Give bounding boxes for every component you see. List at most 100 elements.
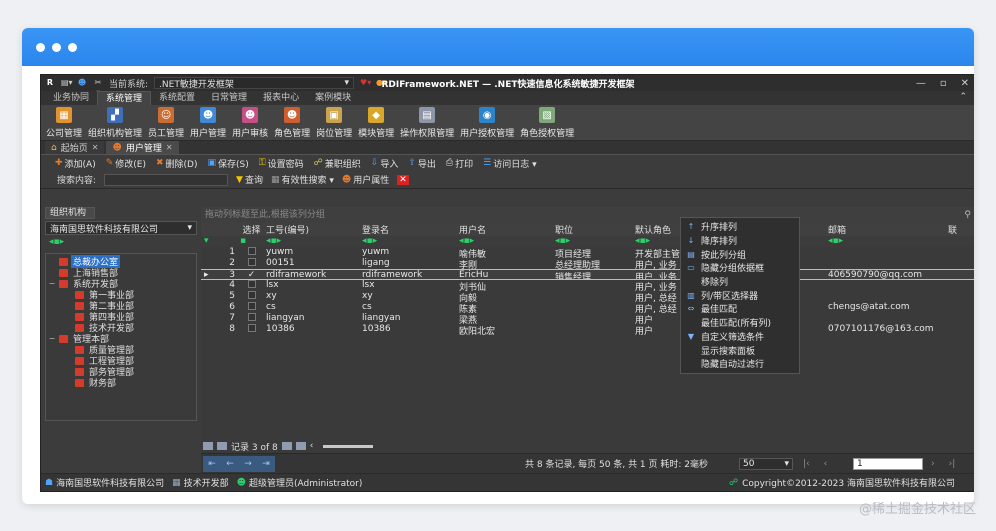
tab-user-management[interactable]: ☻ 用户管理 ✕ bbox=[106, 141, 179, 154]
ribbon-button[interactable]: ◆ 模块管理 bbox=[355, 107, 397, 139]
row-checkbox[interactable] bbox=[237, 291, 263, 302]
tab-system-config[interactable]: 系统配置 bbox=[151, 91, 203, 105]
column-header-position[interactable]: 职位 bbox=[552, 223, 632, 236]
filter-cell[interactable] bbox=[945, 236, 974, 247]
minimize-icon[interactable]: — bbox=[916, 78, 926, 89]
prev-record-icon[interactable] bbox=[217, 442, 227, 450]
table-row[interactable]: 2 00151 ligang 李刚 总经理助理 用户, 业务 bbox=[201, 258, 974, 269]
next-record-icon[interactable] bbox=[281, 442, 292, 450]
filter-cell[interactable]: ◂▪▸ bbox=[552, 236, 632, 247]
tools-icon[interactable]: ✂▾ bbox=[93, 78, 103, 97]
maximize-icon[interactable]: ▫ bbox=[940, 78, 947, 89]
filter-cell[interactable]: ◂▪▸ bbox=[263, 236, 359, 247]
ribbon-button[interactable]: ▣ 岗位管理 bbox=[313, 107, 355, 139]
context-menu-item[interactable]: 显示搜索面板 bbox=[681, 343, 799, 357]
first-record-icon[interactable] bbox=[203, 442, 213, 450]
table-row[interactable]: ▸ 3 ✓ rdiframework rdiframework EricHu 销售经理 用户,… bbox=[201, 269, 974, 280]
search-input[interactable] bbox=[104, 173, 229, 186]
company-select[interactable]: 海南国思软件科技有限公司 ▾ bbox=[45, 221, 197, 235]
clear-search-icon[interactable]: ✕ bbox=[397, 174, 409, 185]
system-select[interactable]: .NET敏捷开发框架 ▾ bbox=[154, 77, 355, 90]
row-checkbox[interactable] bbox=[237, 258, 263, 269]
table-row[interactable]: 8 10386 10386 欧阳北宏 用户 0707101176@163.com bbox=[201, 324, 974, 335]
checkbox-box[interactable] bbox=[247, 247, 256, 255]
context-menu-item[interactable]: 隐藏自动过滤行 bbox=[681, 357, 799, 371]
toolbar-button[interactable]: ⇩ 导入 bbox=[371, 157, 399, 170]
collapse-ribbon-icon[interactable]: ⌃ bbox=[959, 92, 967, 102]
row-checkbox[interactable] bbox=[237, 324, 263, 335]
ribbon-button[interactable]: ▤ 操作权限管理 bbox=[397, 107, 457, 139]
table-row[interactable]: 6 cs cs 陈素 用户, 总经 chengs@atat.com bbox=[201, 302, 974, 313]
checkbox-box[interactable] bbox=[247, 324, 256, 332]
prev-page-arrow-icon[interactable]: ‹ bbox=[824, 459, 828, 469]
ribbon-button[interactable]: ☺ 员工管理 bbox=[145, 107, 187, 139]
column-header-login[interactable]: 登录名 bbox=[359, 223, 456, 236]
checkbox-box[interactable] bbox=[247, 313, 256, 321]
tree-filter-row[interactable]: ◂▪▸ bbox=[45, 237, 197, 249]
context-menu-item[interactable]: ▤ 按此列分组 bbox=[681, 247, 799, 261]
toolbar-button[interactable]: ✚ 添加(A) bbox=[55, 157, 96, 170]
toolbar-button[interactable]: ✖ 删除(D) bbox=[156, 157, 198, 170]
row-checkbox[interactable]: ✓ bbox=[237, 270, 263, 279]
group-panel[interactable]: 拖动列标题至此,根据该列分组 ⚲ bbox=[201, 207, 974, 223]
query-button[interactable]: ▼ 查询 bbox=[236, 173, 263, 187]
context-menu-item[interactable]: ↑ 升序排列 bbox=[681, 220, 799, 234]
row-checkbox[interactable] bbox=[237, 313, 263, 324]
window-dot-icon[interactable] bbox=[68, 42, 77, 52]
checkbox-box[interactable] bbox=[247, 258, 256, 266]
table-row[interactable]: 5 xy xy 向毅 用户, 总经 bbox=[201, 291, 974, 302]
ribbon-button[interactable]: ▧ 角色授权管理 bbox=[517, 107, 577, 139]
ribbon-button[interactable]: ▞ 组织机构管理 bbox=[85, 107, 145, 139]
org-panel-header[interactable]: 组织机构 bbox=[45, 207, 95, 219]
ribbon-button[interactable]: ☻ 用户审核 bbox=[229, 107, 271, 139]
table-row[interactable]: 1 yuwm yuwm 喻伟敏 项目经理 开发部主管 bbox=[201, 247, 974, 258]
window-menu-icon[interactable]: ▤▾ bbox=[61, 78, 73, 88]
user-property-button[interactable]: ☻ 用户属性 bbox=[342, 173, 389, 187]
horizontal-scrollbar[interactable] bbox=[323, 444, 374, 448]
next-page-icon[interactable]: → bbox=[244, 459, 252, 469]
window-dot-icon[interactable] bbox=[36, 42, 45, 52]
row-checkbox[interactable] bbox=[237, 302, 263, 313]
users-icon[interactable]: ☻ bbox=[77, 78, 87, 88]
column-header-mail[interactable]: 邮箱 bbox=[825, 223, 945, 236]
tab-report-center[interactable]: 报表中心 bbox=[255, 91, 307, 105]
checkbox-box[interactable] bbox=[247, 291, 256, 299]
context-menu-item[interactable]: ▭ 隐藏分组依据框 bbox=[681, 261, 799, 275]
next-page-arrow-icon[interactable]: › bbox=[931, 459, 935, 469]
context-menu-item[interactable]: ↓ 降序排列 bbox=[681, 234, 799, 248]
toolbar-button[interactable]: ⎙ 打印 bbox=[446, 157, 473, 170]
heart-icon[interactable]: ♥▾ bbox=[360, 78, 371, 88]
filter-cell[interactable]: ▪ bbox=[237, 236, 263, 247]
ribbon-button[interactable]: ◉ 用户授权管理 bbox=[457, 107, 517, 139]
tree-node[interactable]: 上海销售部 bbox=[46, 267, 196, 279]
context-menu-item[interactable]: 最佳匹配(所有列) bbox=[681, 316, 799, 330]
last-page-arrow-icon[interactable]: ›| bbox=[949, 459, 956, 469]
tree-node[interactable]: 总裁办公室 bbox=[46, 255, 196, 268]
column-header-name[interactable]: 用户名 bbox=[456, 223, 552, 236]
prev-page-icon[interactable]: ← bbox=[226, 459, 234, 469]
theme-icon[interactable]: ●▾ bbox=[376, 78, 387, 88]
tree-node[interactable]: 技术开发部 bbox=[46, 322, 196, 334]
toolbar-button[interactable]: ☍ 兼职组织 bbox=[314, 157, 361, 170]
ribbon-button[interactable]: ☻ 用户管理 bbox=[187, 107, 229, 139]
first-page-icon[interactable]: ⇤ bbox=[208, 459, 216, 469]
last-record-icon[interactable] bbox=[295, 442, 306, 450]
tab-system-management[interactable]: 系统管理 bbox=[97, 91, 152, 105]
first-page-arrow-icon[interactable]: |‹ bbox=[803, 459, 810, 469]
close-tab-icon[interactable]: ✕ bbox=[166, 143, 173, 152]
tree-node[interactable]: 财务部 bbox=[46, 377, 196, 389]
tab-business-collab[interactable]: 业务协同 bbox=[45, 91, 97, 105]
filter-cell[interactable]: ◂▪▸ bbox=[456, 236, 552, 247]
tab-daily-management[interactable]: 日常管理 bbox=[203, 91, 255, 105]
search-icon[interactable]: ⚲ bbox=[964, 207, 971, 223]
ribbon-button[interactable]: ▦ 公司管理 bbox=[43, 107, 85, 139]
tab-start-page[interactable]: ⌂ 起始页 ✕ bbox=[45, 141, 105, 154]
context-menu-item[interactable]: ▼ 自定义筛选条件 bbox=[681, 330, 799, 344]
filter-cell[interactable]: ◂▪▸ bbox=[359, 236, 456, 247]
checkbox-box[interactable] bbox=[247, 280, 256, 288]
page-size-select[interactable]: 50 ▾ bbox=[739, 457, 793, 470]
tree-toggle-icon[interactable]: − bbox=[48, 279, 56, 288]
toolbar-button[interactable]: ✎ 修改(E) bbox=[106, 157, 146, 170]
window-dot-icon[interactable] bbox=[52, 42, 61, 52]
toolbar-button[interactable]: ▣ 保存(S) bbox=[208, 157, 249, 170]
